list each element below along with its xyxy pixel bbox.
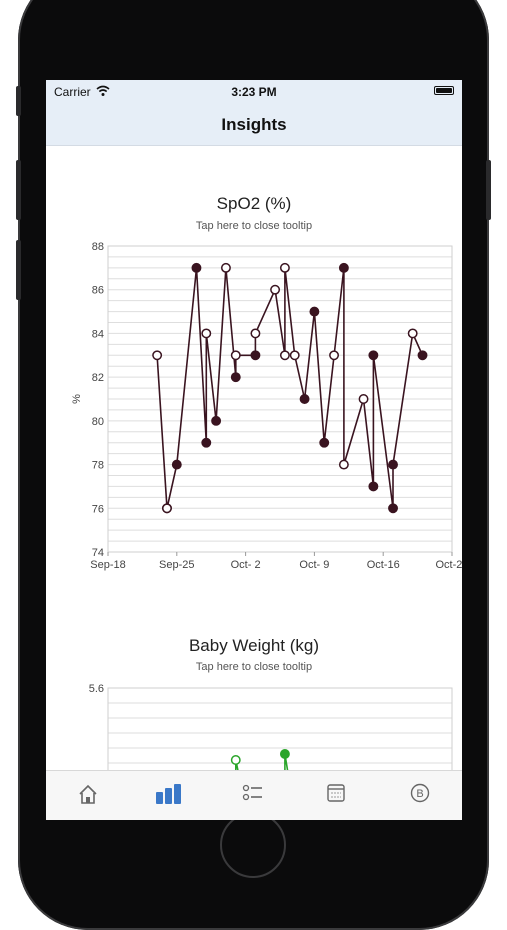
- data-point: [417, 350, 428, 361]
- data-point: [368, 481, 379, 492]
- data-point: [191, 262, 202, 273]
- data-point: [270, 284, 281, 295]
- house-icon: [79, 784, 97, 804]
- volume-down-button: [16, 240, 21, 300]
- calendar-icon: [327, 784, 345, 802]
- y-tick-label: 82: [92, 372, 104, 384]
- y-tick-label: 80: [92, 416, 104, 428]
- weight-tooltip-hint[interactable]: Tap here to close tooltip: [46, 661, 462, 673]
- plot-area: [107, 687, 453, 770]
- weight-chart[interactable]: 5.65.4: [46, 676, 462, 770]
- data-point: [201, 328, 212, 339]
- x-tick-label: Sep-25: [159, 559, 194, 571]
- y-axis-label: %: [71, 394, 83, 404]
- data-point: [407, 328, 418, 339]
- y-tick-label: 78: [92, 460, 104, 472]
- volume-up-button: [16, 160, 21, 220]
- power-button: [486, 160, 491, 220]
- battery-icon: [434, 86, 454, 95]
- svg-text:B: B: [416, 788, 423, 800]
- data-point: [338, 459, 349, 470]
- spo2-chart[interactable]: 88 86 84 82 80 78 76 74Sep-18 Sep-25 Oct- 2 Oct- 9…: [46, 234, 462, 584]
- data-point: [211, 415, 222, 426]
- y-tick-label: 84: [92, 328, 104, 340]
- data-point: [171, 459, 182, 470]
- tab-b[interactable]: B: [400, 779, 440, 809]
- data-point: [250, 328, 261, 339]
- mute-switch: [16, 86, 21, 116]
- tab-checklist[interactable]: [233, 779, 273, 809]
- navigation-bar: Insights: [46, 102, 462, 146]
- tab-bar: B: [46, 770, 462, 820]
- status-bar: Carrier 3:23 PM: [46, 80, 462, 102]
- data-point: [230, 350, 241, 361]
- y-tick-label: 76: [92, 503, 104, 515]
- y-tick-label: 5.6: [89, 683, 104, 695]
- weight-chart-title: Baby Weight (kg): [188, 636, 320, 655]
- tab-insights[interactable]: [150, 779, 190, 809]
- x-tick-label: Sep-18: [90, 559, 125, 571]
- data-point: [279, 350, 290, 361]
- spo2-chart-title: SpO2 (%): [216, 194, 292, 213]
- bar-chart-icon: [156, 784, 181, 804]
- y-tick-label: 86: [92, 285, 104, 297]
- data-point: [338, 262, 349, 273]
- data-point: [319, 437, 330, 448]
- data-point: [201, 437, 212, 448]
- data-point: [309, 306, 320, 317]
- data-point: [250, 350, 261, 361]
- y-tick-label: 74: [92, 547, 104, 559]
- data-point: [279, 749, 290, 759]
- data-point: [388, 459, 398, 470]
- data-point: [230, 755, 241, 765]
- data-point: [329, 350, 340, 361]
- data-point: [152, 350, 163, 361]
- tab-home[interactable]: [68, 779, 108, 809]
- page-title: Insights: [221, 115, 287, 134]
- data-point: [388, 503, 398, 514]
- data-point: [368, 350, 379, 361]
- data-point: [220, 262, 231, 273]
- insights-scroll-view[interactable]: SpO2 (%) Tap here to close tooltip 88 86 8…: [46, 146, 462, 770]
- spo2-tooltip-hint[interactable]: Tap here to close tooltip: [46, 220, 462, 232]
- data-point: [279, 262, 290, 273]
- checklist-icon: [242, 784, 262, 801]
- tab-calendar[interactable]: [316, 779, 356, 809]
- app-screen: Carrier 3:23 PM Insights SpO2 (%) Tap he…: [46, 80, 462, 820]
- home-button[interactable]: [220, 812, 286, 878]
- x-tick-label: Oct-23: [435, 559, 462, 571]
- x-tick-label: Oct-16: [367, 559, 400, 571]
- x-tick-label: Oct- 2: [231, 559, 261, 571]
- data-point: [358, 394, 369, 404]
- x-tick-label: Oct- 9: [299, 559, 329, 571]
- data-point: [230, 372, 241, 383]
- status-time: 3:23 PM: [231, 85, 277, 99]
- data-point: [162, 503, 172, 514]
- y-tick-label: 88: [92, 241, 104, 253]
- series-line: [235, 753, 289, 770]
- b-circle-icon: B: [410, 783, 430, 803]
- data-point: [299, 394, 310, 404]
- data-point: [289, 350, 300, 361]
